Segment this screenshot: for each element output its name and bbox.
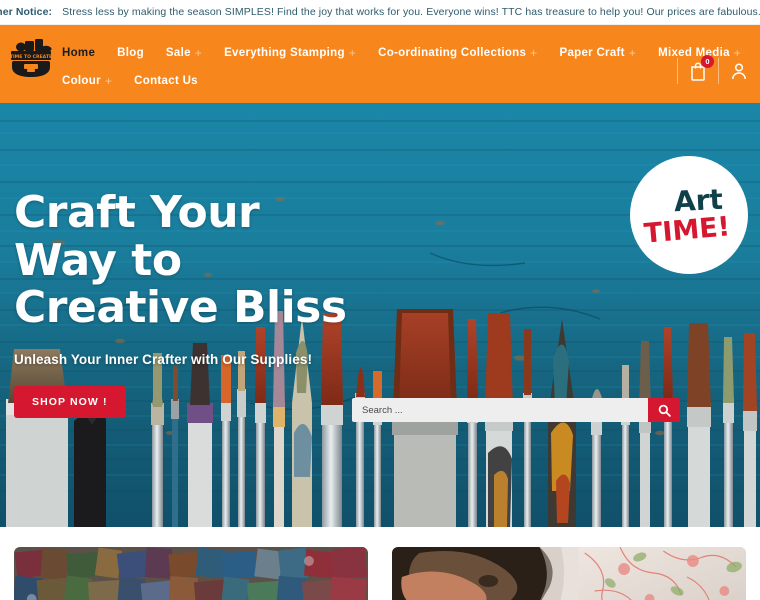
nav-item-everything-stamping[interactable]: Everything Stamping + [224,47,356,59]
logo-link[interactable]: TIME TO CREATE [0,25,62,79]
divider [718,58,719,84]
shop-now-button[interactable]: SHOP NOW ! [14,385,126,418]
hero-search-form [352,398,680,422]
hero-title-line-2: Way to [14,234,182,286]
hero-title: Craft Your Way to Creative Bliss [14,189,354,332]
nav-label: Sale [165,47,191,59]
cart-button[interactable]: 0 [689,55,714,81]
submenu-plus-icon: + [104,74,113,88]
header-utility-icons: 0 [666,55,748,84]
nav-item-co-ordinating-collections[interactable]: Co-ordinating Collections + [378,47,537,59]
user-account-icon [732,63,746,80]
postage-stamps-collage-image [14,547,368,600]
notice-label: Customer Notice: [0,6,53,18]
divider [677,58,678,84]
art-time-badge: Art TIME! [630,156,748,274]
submenu-plus-icon: + [530,46,538,60]
search-input[interactable] [352,398,648,422]
nav-label: Paper Craft [559,47,625,59]
crafting-photo-image [392,547,746,600]
main-navigation: Home Blog Sale + Everything Stamping + C… [62,25,760,95]
nav-item-home[interactable]: Home [62,47,95,59]
nav-label: Co-ordinating Collections [378,47,527,59]
notice-text: Stress less by making the season SIMPLES… [62,6,760,18]
card-postage-stamps[interactable] [14,547,368,600]
nav-item-colour[interactable]: Colour + [62,75,112,87]
feature-card-row [0,527,760,600]
search-submit-button[interactable] [648,398,680,422]
hero-title-line-3: Creative Bliss [14,282,347,334]
nav-item-blog[interactable]: Blog [117,47,144,59]
nav-label: Blog [117,47,144,59]
nav-row-secondary: Colour + Contact Us [62,67,760,95]
hero-banner: Craft Your Way to Creative Bliss Unleash… [0,103,760,527]
time-to-create-logo: TIME TO CREATE [8,33,54,79]
nav-label: Home [62,47,96,59]
nav-row-primary: Home Blog Sale + Everything Stamping + C… [62,39,760,67]
hero-content: Craft Your Way to Creative Bliss Unleash… [14,189,354,418]
hero-subtitle: Unleash Your Inner Crafter with Our Supp… [14,351,313,367]
account-button[interactable] [730,61,748,81]
badge-word-art: Art [672,182,724,218]
nav-item-contact-us[interactable]: Contact Us [134,75,198,87]
badge-word-time: TIME! [642,210,732,250]
submenu-plus-icon: + [194,46,203,60]
site-header: TIME TO CREATE Home Blog Sale + Everythi… [0,25,760,103]
nav-label: Contact Us [134,75,198,87]
nav-item-paper-craft[interactable]: Paper Craft + [559,47,636,59]
nav-item-sale[interactable]: Sale + [166,47,202,59]
nav-label: Colour [62,75,101,87]
nav-label: Everything Stamping [224,47,345,59]
card-crafting-photo[interactable] [392,547,746,600]
search-icon [658,404,671,417]
customer-notice-bar: i Customer Notice: Stress less by making… [0,0,760,25]
submenu-plus-icon: + [348,46,357,60]
cart-count-badge: 0 [701,55,714,68]
submenu-plus-icon: + [628,46,637,60]
hero-title-line-1: Craft Your [14,187,260,238]
svg-text:TIME TO CREATE: TIME TO CREATE [10,54,52,60]
